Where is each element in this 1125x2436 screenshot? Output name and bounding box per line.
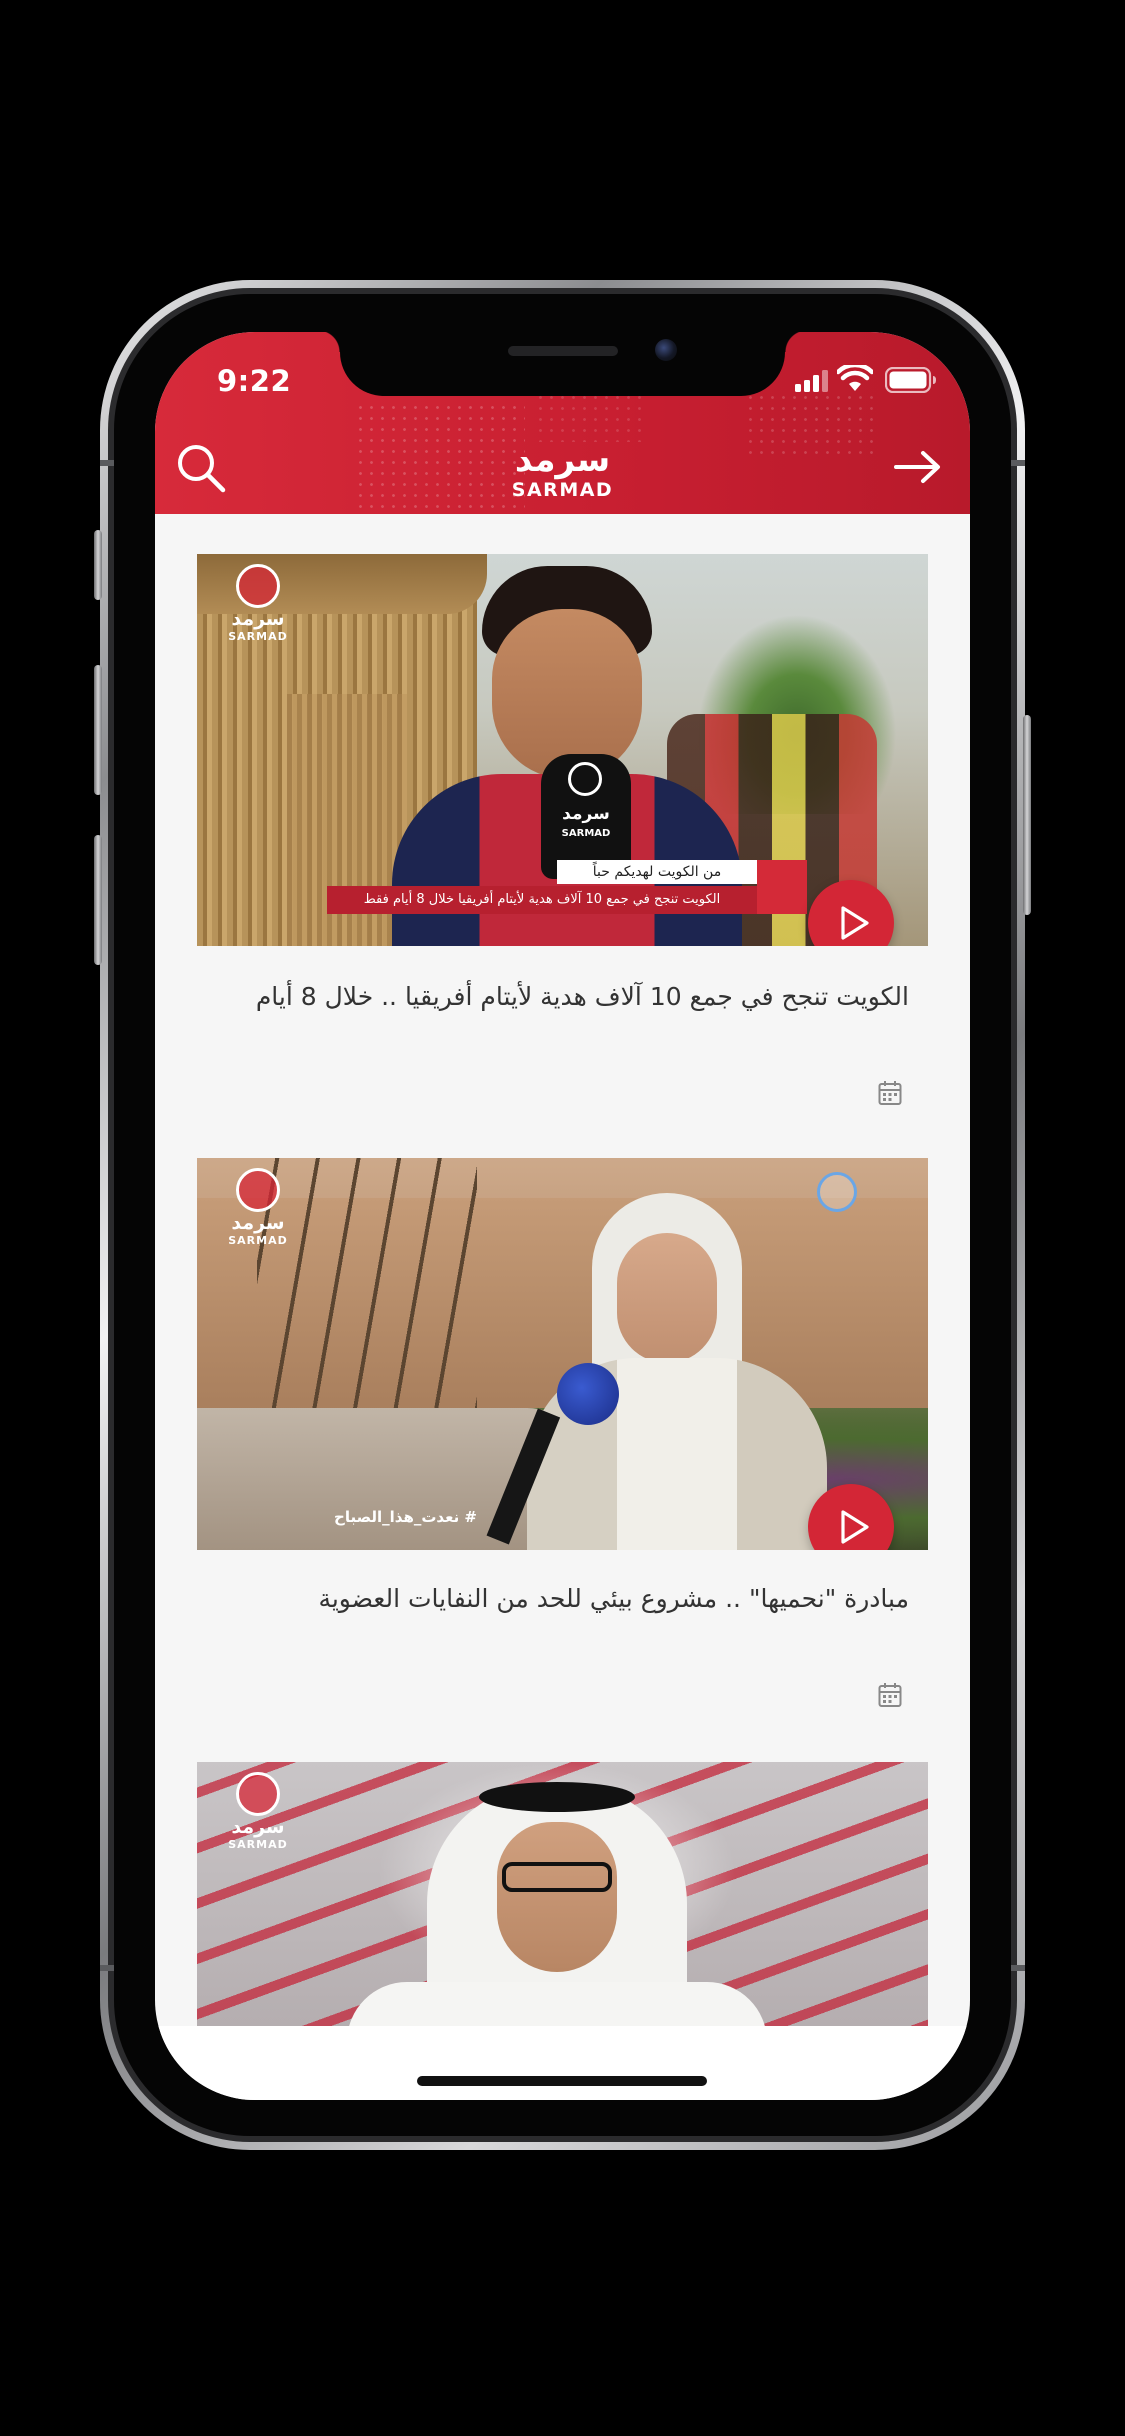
sarmad-logo: سرمد SARMAD	[485, 440, 640, 510]
woman-face	[617, 1233, 717, 1363]
man-glasses	[502, 1862, 612, 1892]
lower-third-logo	[757, 860, 807, 914]
logo-arabic-text: سرمد	[514, 440, 611, 480]
lower-third-top: من الكويت لهديكم حباً	[557, 860, 757, 884]
silent-switch	[94, 530, 102, 600]
status-time: 9:22	[217, 364, 292, 398]
search-icon[interactable]	[175, 442, 227, 494]
video-title[interactable]: مبادرة "نحميها" .. مشروع بيئي للحد من ال…	[197, 1576, 909, 1622]
antenna-line	[1011, 460, 1025, 466]
sarmad-watermark: سرمد SARMAD	[213, 1168, 303, 1260]
wifi-icon	[837, 365, 873, 391]
man-face	[497, 1822, 617, 1972]
volume-up-button	[94, 665, 102, 795]
video-title[interactable]: الكويت تنجح في جمع 10 آلاف هدية لأيتام أ…	[197, 974, 909, 1020]
video-card[interactable]: سرمد SARMAD	[197, 1762, 928, 2026]
arrow-right-icon[interactable]	[893, 447, 943, 487]
video-feed[interactable]: سرمد SARMAD من الكويت لهديكم حباً الكويت…	[155, 514, 970, 2100]
calendar-icon	[878, 1683, 902, 1707]
home-indicator[interactable]	[417, 2076, 707, 2086]
man-robe	[347, 1982, 767, 2026]
antenna-line	[1011, 1965, 1025, 1971]
cellular-signal-icon	[795, 370, 828, 392]
calendar-icon	[878, 1081, 902, 1105]
device-notch	[318, 332, 807, 396]
header-pattern	[535, 392, 645, 442]
channel-badge	[817, 1172, 857, 1212]
sarmad-watermark: سرمد SARMAD	[213, 1772, 303, 1864]
logo-latin-text: SARMAD	[511, 479, 614, 501]
volume-down-button	[94, 835, 102, 965]
power-button	[1023, 715, 1031, 915]
battery-icon	[885, 367, 936, 393]
mic-logo-sub: SARMAD	[561, 828, 611, 839]
feed-bottom-fill	[155, 2026, 970, 2100]
video-card[interactable]: سرمد SARMAD من الكويت لهديكم حباً الكويت…	[197, 554, 928, 1105]
lower-third-bar: الكويت تنجح في جمع 10 آلاف هدية لأيتام أ…	[327, 886, 757, 914]
front-camera	[655, 339, 677, 361]
sarmad-watermark: سرمد SARMAD	[213, 564, 303, 656]
hashtag-caption: # نعدت_هذا_الصباح	[334, 1508, 477, 1526]
earpiece-speaker	[508, 346, 618, 356]
play-icon	[841, 1510, 869, 1544]
app-screen: 9:22 سرمد SARMAD سرمد SARMAD من الكويت ل…	[155, 332, 970, 2100]
video-thumbnail[interactable]: سرمد SARMAD	[197, 1762, 928, 2026]
video-card[interactable]: # نعدت_هذا_الصباح سرمد SARMAD مبادرة "نح…	[197, 1158, 928, 1707]
antenna-line	[100, 1965, 114, 1971]
video-thumbnail[interactable]: # نعدت_هذا_الصباح سرمد SARMAD	[197, 1158, 928, 1550]
microphone	[557, 1363, 619, 1425]
antenna-line	[100, 460, 114, 466]
mic-logo-text: سرمد	[562, 804, 610, 824]
man-agal	[479, 1782, 635, 1812]
video-thumbnail[interactable]: سرمد SARMAD من الكويت لهديكم حباً الكويت…	[197, 554, 928, 946]
play-icon	[841, 906, 869, 940]
header-pattern	[745, 392, 875, 462]
